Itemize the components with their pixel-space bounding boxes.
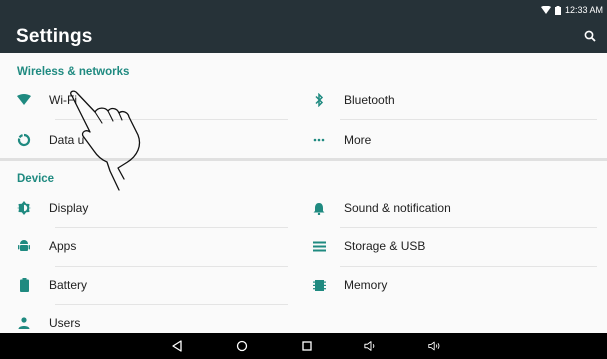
brightness-icon	[17, 201, 31, 215]
settings-item-label: More	[344, 133, 372, 147]
section-header-wireless: Wireless & networks	[17, 66, 130, 78]
android-icon	[17, 239, 31, 253]
home-icon[interactable]	[235, 339, 249, 353]
settings-item-label: Bluetooth	[344, 93, 395, 107]
wifi-icon	[17, 93, 31, 107]
person-icon	[17, 316, 31, 330]
settings-item-apps[interactable]: Apps	[17, 227, 287, 265]
settings-item-label: Sound & notification	[344, 201, 451, 215]
volume-up-icon[interactable]	[428, 339, 442, 353]
bell-icon	[312, 201, 326, 215]
more-icon	[312, 133, 326, 147]
search-icon[interactable]	[583, 29, 597, 43]
settings-item-label: Users	[49, 316, 81, 330]
battery-icon	[554, 5, 561, 15]
settings-item-users[interactable]: Users	[17, 304, 287, 333]
storage-icon	[312, 239, 326, 253]
section-header-device: Device	[17, 173, 55, 185]
settings-item-label: Memory	[344, 278, 388, 292]
settings-item-more[interactable]: More	[312, 121, 597, 159]
data-usage-icon	[17, 133, 31, 147]
settings-item-battery[interactable]: Battery	[17, 266, 287, 304]
settings-item-sound[interactable]: Sound & notification	[312, 189, 597, 227]
settings-item-wifi[interactable]: Wi-Fi	[17, 81, 287, 119]
settings-item-storage[interactable]: Storage & USB	[312, 227, 597, 265]
page-title: Settings	[16, 25, 93, 47]
app-bar: Settings	[0, 20, 607, 53]
settings-item-label: Data u	[49, 133, 85, 147]
status-bar: 12:33 AM	[0, 0, 607, 20]
navigation-bar	[0, 333, 607, 359]
settings-item-label: Apps	[49, 239, 77, 253]
settings-item-label: Storage & USB	[344, 239, 426, 253]
settings-item-label: Wi-Fi	[49, 93, 77, 107]
back-icon[interactable]	[170, 339, 184, 353]
memory-icon	[312, 278, 326, 292]
recents-icon[interactable]	[300, 339, 314, 353]
divider	[340, 119, 597, 120]
settings-item-display[interactable]: Display	[17, 189, 287, 227]
settings-item-memory[interactable]: Memory	[312, 266, 597, 304]
settings-item-label: Battery	[49, 278, 88, 292]
status-time: 12:33 AM	[564, 5, 603, 15]
volume-down-icon[interactable]	[364, 339, 378, 353]
divider	[55, 119, 288, 120]
settings-list: Wireless & networks Wi-Fi Bluetooth Data…	[0, 53, 607, 333]
settings-item-bluetooth[interactable]: Bluetooth	[312, 81, 597, 119]
battery-icon	[17, 278, 31, 292]
wifi-signal-icon	[540, 6, 551, 14]
settings-item-label: Display	[49, 201, 89, 215]
bluetooth-icon	[312, 93, 326, 107]
section-divider	[0, 158, 607, 161]
settings-item-data-usage[interactable]: Data u	[17, 121, 287, 159]
